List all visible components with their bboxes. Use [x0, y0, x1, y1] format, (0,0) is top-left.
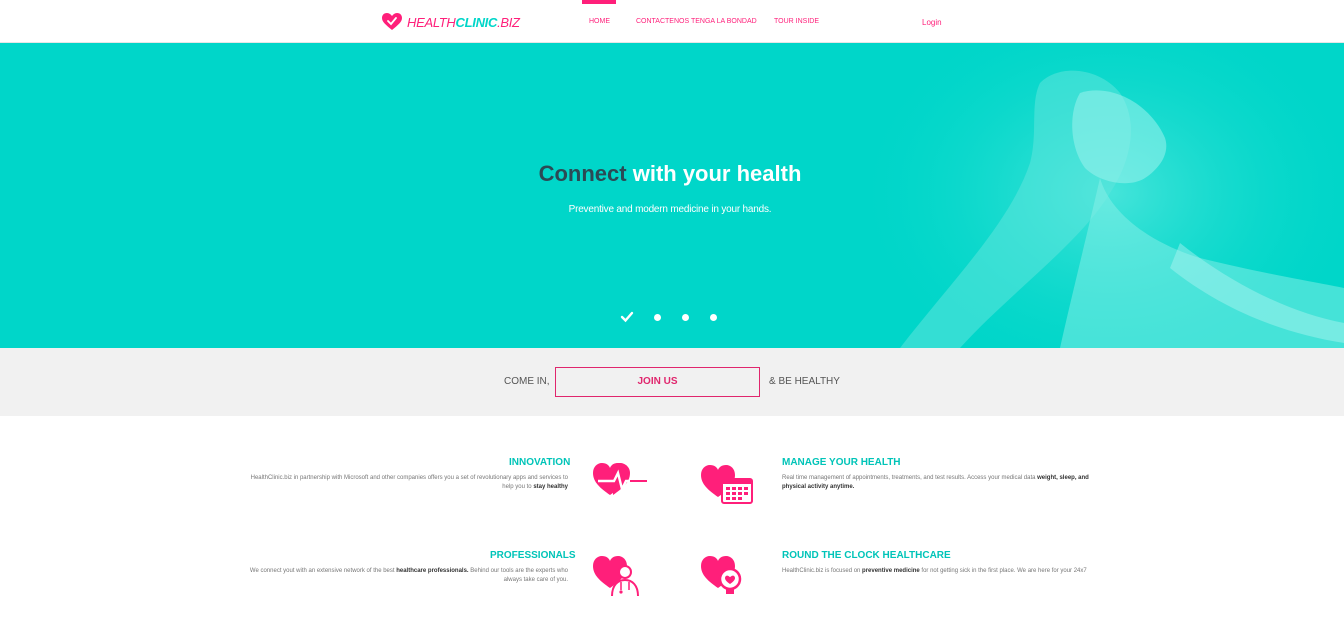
hero-banner: Connect with your health Preventive and …	[0, 43, 1344, 348]
logo-text-clinic: CLINIC	[455, 14, 498, 30]
logo-text-health: HEALTH	[407, 14, 456, 30]
heart-doctor-icon	[593, 556, 639, 596]
nav-home[interactable]: HOME	[589, 18, 610, 25]
nav-active-indicator	[582, 0, 616, 4]
site-logo[interactable]: HEALTHCLINIC.BIZ	[382, 13, 520, 31]
slide-4-dot[interactable]	[710, 313, 717, 321]
slider-indicators	[620, 311, 738, 323]
innovation-title: INNOVATION	[509, 457, 571, 468]
round-clock-text-bold: preventive medicine	[862, 568, 920, 574]
slide-2-dot[interactable]	[654, 313, 661, 321]
logo-text: HEALTHCLINIC.BIZ	[407, 15, 520, 30]
manage-health-text: Real time management of appointments, tr…	[782, 474, 1092, 492]
professionals-title: PROFESSIONALS	[490, 550, 576, 561]
nav-contact[interactable]: CONTACTENOS TENGA LA BONDAD	[636, 18, 757, 25]
hero-subtitle: Preventive and modern medicine in your h…	[568, 204, 772, 215]
slide-1-active-check-icon[interactable]	[620, 311, 634, 323]
innovation-text-body: HealthClinic.biz in partnership with Mic…	[250, 475, 568, 490]
be-healthy-text: & BE HEALTHY	[769, 376, 840, 387]
manage-health-text-body: Real time management of appointments, tr…	[782, 475, 1038, 481]
heart-calendar-icon	[701, 465, 753, 504]
innovation-text-bold: stay healthy	[533, 484, 568, 490]
heart-watch-icon	[701, 556, 742, 594]
round-clock-text-after: for not getting sick in the first place.…	[919, 568, 1087, 574]
round-clock-title: ROUND THE CLOCK HEALTHCARE	[782, 550, 951, 561]
logo-text-biz: .BIZ	[497, 14, 520, 30]
nav-tour-inside[interactable]: TOUR INSIDE	[774, 18, 819, 25]
professionals-text-bold: healthcare professionals.	[396, 568, 469, 574]
heart-logo-icon	[382, 13, 402, 30]
heart-pulse-icon	[593, 463, 647, 495]
hero-title-rest: with your health	[632, 161, 802, 186]
hero-woman-image	[850, 43, 1344, 348]
hero-title-connect: Connect	[538, 161, 627, 186]
round-clock-text-before: HealthClinic.biz is focused on	[782, 568, 863, 574]
join-band: COME IN, JOIN US & BE HEALTHY	[0, 348, 1344, 416]
professionals-text-before: We connect yout with an extensive networ…	[249, 568, 397, 574]
innovation-text: HealthClinic.biz in partnership with Mic…	[248, 474, 568, 492]
slide-3-dot[interactable]	[682, 313, 689, 321]
top-navbar: HEALTHCLINIC.BIZ HOME CONTACTENOS TENGA …	[0, 0, 1344, 43]
professionals-text-after: Behind our tools are the experts who alw…	[468, 568, 568, 583]
hero-title: Connect with your health	[0, 161, 1340, 187]
come-in-text: COME IN,	[504, 376, 550, 387]
join-us-button[interactable]: JOIN US	[555, 367, 760, 397]
login-link[interactable]: Login	[922, 18, 942, 27]
professionals-text: We connect yout with an extensive networ…	[236, 567, 568, 585]
manage-health-title: MANAGE YOUR HEALTH	[782, 457, 901, 468]
round-clock-text: HealthClinic.biz is focused on preventiv…	[782, 567, 1092, 576]
